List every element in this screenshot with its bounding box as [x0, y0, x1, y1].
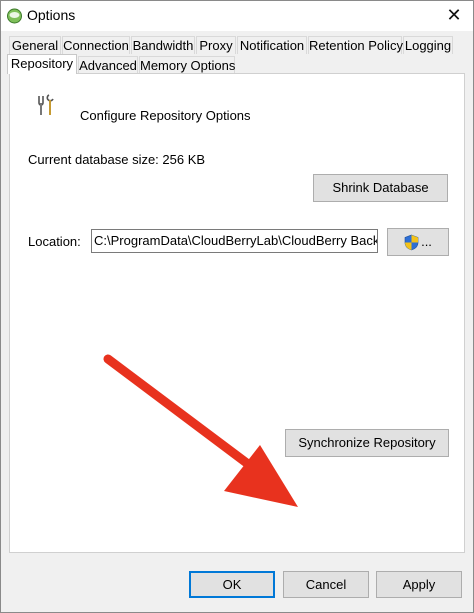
tab-notification[interactable]: Notification: [237, 36, 307, 54]
red-arrow-annotation: [103, 354, 298, 507]
window-title: Options: [27, 7, 76, 23]
tools-icon: [38, 94, 54, 115]
location-input[interactable]: C:\ProgramData\CloudBerryLab\CloudBerry …: [91, 229, 378, 253]
tab-repository[interactable]: Repository: [7, 54, 77, 74]
browse-label: ...: [421, 234, 432, 249]
options-window: Options ✕ General Connection Bandwidth P…: [0, 0, 474, 613]
uac-shield-icon: [404, 234, 419, 251]
tab-general[interactable]: General: [9, 36, 61, 54]
apply-button[interactable]: Apply: [376, 571, 462, 598]
tab-proxy[interactable]: Proxy: [196, 36, 236, 54]
tab-row-top: General Connection Bandwidth Proxy Notif…: [9, 36, 465, 54]
shrink-database-button[interactable]: Shrink Database: [313, 174, 448, 202]
browse-button[interactable]: ...: [387, 228, 449, 256]
tab-bandwidth[interactable]: Bandwidth: [131, 36, 195, 54]
tab-connection[interactable]: Connection: [62, 36, 130, 54]
tab-memory-options[interactable]: Memory Options: [139, 56, 235, 74]
cancel-button[interactable]: Cancel: [283, 571, 369, 598]
repository-panel: Configure Repository Options Current dat…: [9, 73, 465, 553]
close-icon: ✕: [446, 5, 462, 25]
title-bar: Options ✕: [1, 1, 473, 31]
cloudberry-app-icon: [7, 8, 22, 24]
tab-advanced[interactable]: Advanced: [78, 56, 138, 74]
tab-retention-policy[interactable]: Retention Policy: [308, 36, 403, 54]
ok-button[interactable]: OK: [189, 571, 275, 598]
location-label: Location:: [28, 234, 81, 249]
tab-logging[interactable]: Logging: [403, 36, 453, 54]
database-size-text: Current database size: 256 KB: [28, 152, 206, 167]
section-heading: Configure Repository Options: [80, 108, 251, 123]
tab-row-bottom: Repository Advanced Memory Options: [5, 54, 465, 74]
close-button[interactable]: ✕: [441, 4, 467, 28]
